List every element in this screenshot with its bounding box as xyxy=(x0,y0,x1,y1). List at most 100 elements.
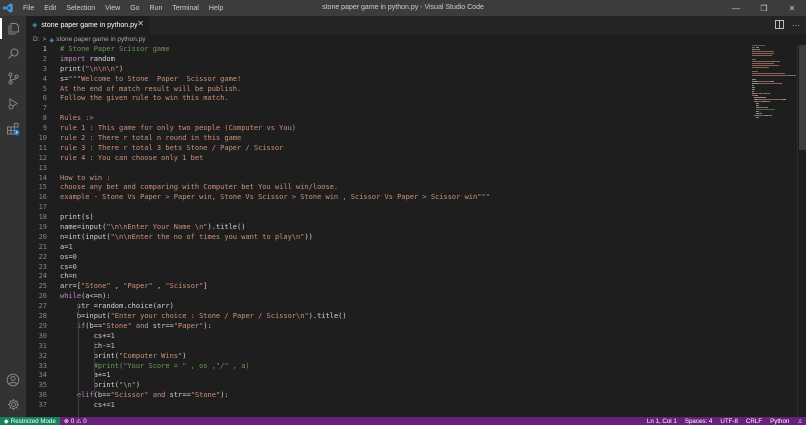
vertical-scrollbar[interactable] xyxy=(797,45,806,417)
split-editor-icon[interactable] xyxy=(775,19,784,31)
menu-file[interactable]: File xyxy=(18,5,39,12)
settings-gear-icon[interactable] xyxy=(0,392,26,417)
code-line[interactable]: 36 elif(b=="Scissor" and str=="Stone"): xyxy=(26,391,746,401)
run-debug-icon[interactable] xyxy=(0,91,26,116)
account-icon[interactable] xyxy=(0,367,26,392)
warning-icon: ⚠ xyxy=(75,417,82,425)
problems-indicator[interactable]: ⊗ 0 ⚠ 0 xyxy=(60,418,91,425)
code-line[interactable]: 2 import random xyxy=(26,55,746,65)
code-line[interactable]: 30 cs+=1 xyxy=(26,332,746,342)
indentation-setting[interactable]: Spaces: 4 xyxy=(681,418,717,425)
code-text: os=0 xyxy=(47,253,77,263)
code-line[interactable]: 13 xyxy=(26,164,746,174)
code-line[interactable]: 27 str =random.choice(arr) xyxy=(26,302,746,312)
code-line[interactable]: 7 xyxy=(26,104,746,114)
code-token: ch-= xyxy=(60,341,111,350)
code-token: a+= xyxy=(60,371,107,380)
search-icon[interactable] xyxy=(0,41,26,66)
code-line[interactable]: 15 choose any bet and comparing with Comp… xyxy=(26,183,746,193)
indent-guide xyxy=(94,342,95,397)
menu-selection[interactable]: Selection xyxy=(61,5,100,12)
code-line[interactable]: 24 ch=n xyxy=(26,272,746,282)
code-line[interactable]: 12 rule 4 : You can choose only 1 bet xyxy=(26,154,746,164)
code-editor[interactable]: 1 # Stone Paper Scissor game 2 import rando… xyxy=(26,45,746,417)
code-line[interactable]: 23 cs=0 xyxy=(26,263,746,273)
tab-stone-paper-game[interactable]: ◈ stone paper game in python.py ✕ xyxy=(26,16,150,34)
code-token: and xyxy=(152,391,166,400)
code-line[interactable]: 14 How to win : xyxy=(26,174,746,184)
notifications-bell-icon[interactable]: ♫ xyxy=(793,418,806,425)
code-token: str== xyxy=(148,321,174,330)
code-line[interactable]: 37 cs+=1 xyxy=(26,401,746,411)
menu-edit[interactable]: Edit xyxy=(39,5,61,12)
code-line[interactable]: 32 print("Computer Wins") xyxy=(26,352,746,362)
breadcrumb-drive[interactable]: D: xyxy=(33,36,40,43)
indent-guide xyxy=(78,302,79,417)
close-window-button[interactable]: ✕ xyxy=(778,0,806,16)
code-line[interactable]: 1 # Stone Paper Scissor game xyxy=(26,45,746,55)
minimap-line xyxy=(781,99,786,100)
code-line[interactable]: 29 if(b=="Stone" and str=="Paper"): xyxy=(26,322,746,332)
maximize-button[interactable]: ❐ xyxy=(750,0,778,16)
menu-run[interactable]: Run xyxy=(145,5,168,12)
code-line[interactable]: 31 ch-=1 xyxy=(26,342,746,352)
code-line[interactable]: 33 #print("Your Score = " , os ,"/" , a) xyxy=(26,362,746,372)
code-line[interactable]: 9 rule 1 : This game for only two people … xyxy=(26,124,746,134)
code-line[interactable]: 28 b=input("Enter your choice : Stone / … xyxy=(26,312,746,322)
activity-bar xyxy=(0,16,26,417)
code-line[interactable]: 25 arr=["Stone" , "Paper" , "Scissor"] xyxy=(26,282,746,292)
line-number: 8 xyxy=(42,114,47,123)
code-line[interactable]: 34 a+=1 xyxy=(26,371,746,381)
line-number: 11 xyxy=(38,143,47,152)
code-token: example - Stone Vs Paper > Paper win, St… xyxy=(60,193,490,202)
code-line[interactable]: 35 print("\n") xyxy=(26,381,746,391)
restricted-mode-indicator[interactable]: ◆ Restricted Mode xyxy=(0,417,60,425)
code-line[interactable]: 21 a=1 xyxy=(26,243,746,253)
code-token: arr=[ xyxy=(60,282,82,291)
code-line[interactable]: 6 Follow the given rule to win this match… xyxy=(26,94,746,104)
code-line[interactable]: 16 example - Stone Vs Paper > Paper win, … xyxy=(26,193,746,203)
code-text: rule 3 : There r total 3 bets Stone / Pa… xyxy=(47,144,283,154)
minimap-line xyxy=(756,109,775,110)
code-token: 1 xyxy=(106,371,111,380)
extensions-icon[interactable] xyxy=(0,116,26,141)
language-mode[interactable]: Python xyxy=(766,418,793,425)
vscode-logo-icon xyxy=(0,0,16,16)
code-line[interactable]: 8 Rules :> xyxy=(26,114,746,124)
menu-terminal[interactable]: Terminal xyxy=(167,5,203,12)
code-token: "\n\nEnter the no of times you want to p… xyxy=(110,232,305,241)
code-token: str== xyxy=(165,391,191,400)
menu-go[interactable]: Go xyxy=(125,5,144,12)
code-line[interactable]: 18 print(s) xyxy=(26,213,746,223)
minimap-line xyxy=(757,81,770,82)
close-tab-icon[interactable]: ✕ xyxy=(137,19,144,28)
code-line[interactable]: 22 os=0 xyxy=(26,253,746,263)
code-line[interactable]: 4 s="""Welcome to Stone Paper Scissor gam… xyxy=(26,75,746,85)
minimap[interactable] xyxy=(752,45,796,417)
encoding[interactable]: UTF-8 xyxy=(716,418,742,425)
code-line[interactable]: 11 rule 3 : There r total 3 bets Stone / … xyxy=(26,144,746,154)
scrollbar-thumb[interactable] xyxy=(799,45,806,150)
cursor-position[interactable]: Ln 1, Col 1 xyxy=(643,418,681,425)
code-token: "Scissor" xyxy=(110,391,149,400)
code-line[interactable]: 19 name=input("\n\nEnter Your Name \n").t… xyxy=(26,223,746,233)
breadcrumb-file[interactable]: stone paper game in python.py xyxy=(56,36,145,43)
editor-actions: ··· xyxy=(775,16,800,34)
code-token: ) xyxy=(182,351,187,360)
menu-view[interactable]: View xyxy=(100,5,125,12)
code-line[interactable]: 26 while(a<=n): xyxy=(26,292,746,302)
code-line[interactable]: 20 n=int(input("\n\nEnter the no of times… xyxy=(26,233,746,243)
minimize-button[interactable]: — xyxy=(722,0,750,16)
explorer-icon[interactable] xyxy=(0,16,26,41)
end-of-line[interactable]: CRLF xyxy=(742,418,766,425)
menu-help[interactable]: Help xyxy=(204,5,228,12)
source-control-icon[interactable] xyxy=(0,66,26,91)
minimap-line xyxy=(761,113,762,114)
code-line[interactable]: 17 xyxy=(26,203,746,213)
code-text: cs+=1 xyxy=(47,401,115,411)
code-line[interactable]: 10 rule 2 : There r total n round in this… xyxy=(26,134,746,144)
code-line[interactable]: 3 print("\n\n\n") xyxy=(26,65,746,75)
code-line[interactable]: 5 At the end of match result will be publ… xyxy=(26,85,746,95)
more-actions-icon[interactable]: ··· xyxy=(792,21,800,30)
